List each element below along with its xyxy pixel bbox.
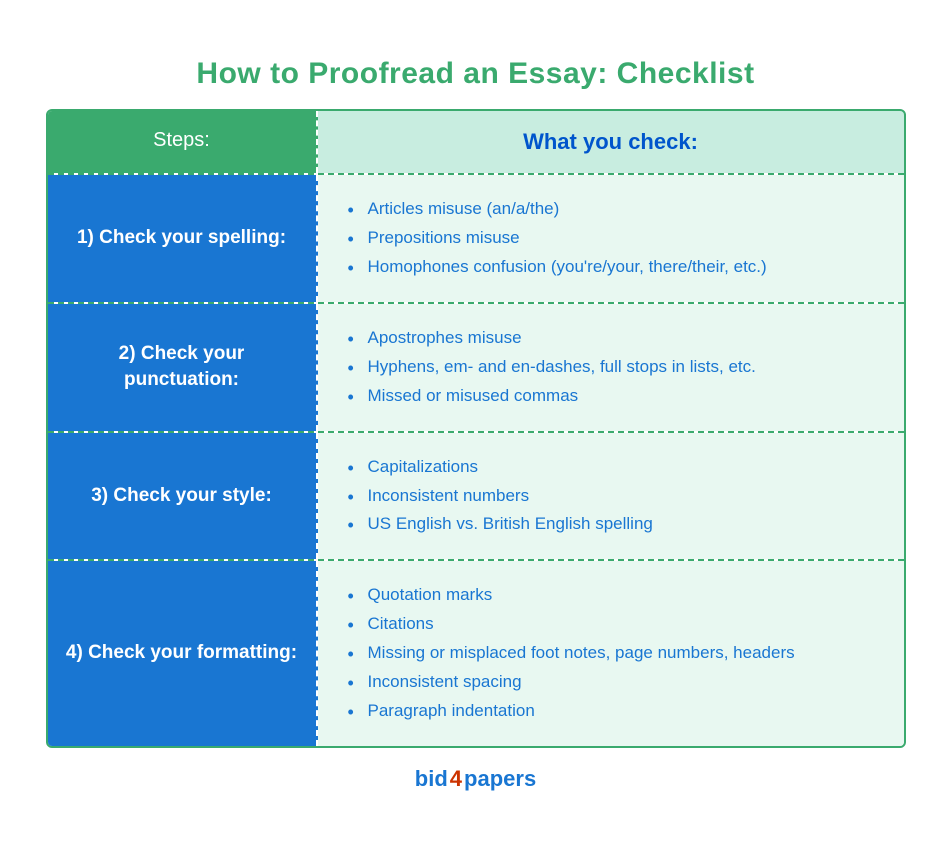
step-label-1: 1) Check your spelling: (77, 225, 286, 252)
list-item: Inconsistent numbers (348, 482, 874, 511)
list-item: Hyphens, em- and en-dashes, full stops i… (348, 353, 874, 382)
step-cell-2: 2) Check your punctuation: (48, 304, 318, 431)
step-label-2: 2) Check your punctuation: (62, 341, 302, 394)
step-cell-4: 4) Check your formatting: (48, 561, 318, 745)
list-item: Missed or misused commas (348, 382, 874, 411)
step-cell-3: 3) Check your style: (48, 433, 318, 560)
list-item: Citations (348, 610, 874, 639)
list-item: Prepositions misuse (348, 224, 874, 253)
check-cell-3: Capitalizations Inconsistent numbers US … (318, 433, 904, 560)
check-list-4: Quotation marks Citations Missing or mis… (348, 581, 874, 725)
table-body: 1) Check your spelling: Articles misuse … (48, 173, 904, 745)
list-item: US English vs. British English spelling (348, 510, 874, 539)
step-cell-1: 1) Check your spelling: (48, 175, 318, 302)
header-check: What you check: (318, 111, 904, 173)
header-steps: Steps: (48, 111, 318, 173)
check-cell-4: Quotation marks Citations Missing or mis… (318, 561, 904, 745)
check-list-2: Apostrophes misuse Hyphens, em- and en-d… (348, 324, 874, 411)
list-item: Articles misuse (an/a/the) (348, 195, 874, 224)
main-container: How to Proofread an Essay: Checklist Ste… (36, 37, 916, 821)
check-list-3: Capitalizations Inconsistent numbers US … (348, 453, 874, 540)
list-item: Capitalizations (348, 453, 874, 482)
table-header: Steps: What you check: (48, 111, 904, 173)
table-row: 2) Check your punctuation: Apostrophes m… (48, 302, 904, 431)
list-item: Inconsistent spacing (348, 668, 874, 697)
table-row: 1) Check your spelling: Articles misuse … (48, 173, 904, 302)
page-title: How to Proofread an Essay: Checklist (46, 57, 906, 91)
footer-papers-text: papers (464, 766, 536, 792)
step-label-4: 4) Check your formatting: (66, 640, 297, 667)
check-cell-2: Apostrophes misuse Hyphens, em- and en-d… (318, 304, 904, 431)
list-item: Paragraph indentation (348, 697, 874, 726)
table-row: 3) Check your style: Capitalizations Inc… (48, 431, 904, 560)
checklist-table: Steps: What you check: 1) Check your spe… (46, 109, 906, 747)
footer-four-text: 4 (450, 766, 462, 792)
list-item: Missing or misplaced foot notes, page nu… (348, 639, 874, 668)
footer-brand: bid 4 papers (46, 766, 906, 792)
check-cell-1: Articles misuse (an/a/the) Prepositions … (318, 175, 904, 302)
step-label-3: 3) Check your style: (91, 483, 272, 510)
list-item: Apostrophes misuse (348, 324, 874, 353)
footer-bid-text: bid (415, 766, 448, 792)
table-row: 4) Check your formatting: Quotation mark… (48, 559, 904, 745)
check-list-1: Articles misuse (an/a/the) Prepositions … (348, 195, 874, 282)
list-item: Homophones confusion (you're/your, there… (348, 253, 874, 282)
list-item: Quotation marks (348, 581, 874, 610)
